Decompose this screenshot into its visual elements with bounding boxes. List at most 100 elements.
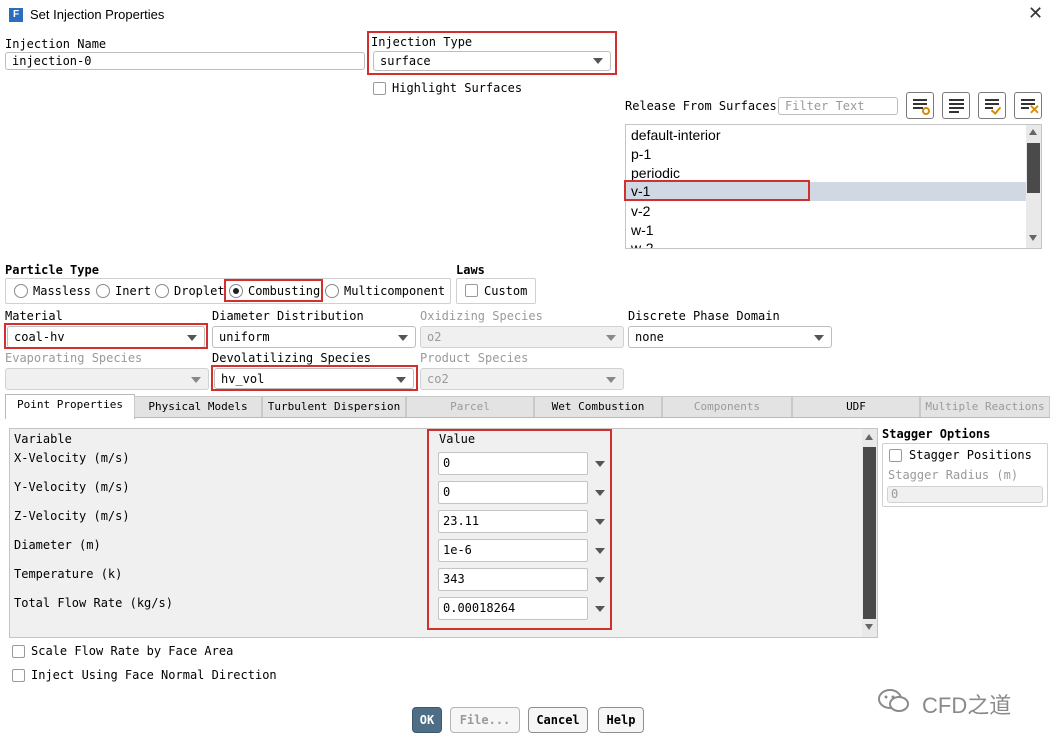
variable-label: Total Flow Rate (kg/s)	[14, 596, 173, 610]
list-clip: w-2	[626, 240, 1026, 248]
chevron-down-icon[interactable]	[595, 490, 605, 496]
select-surfaces-icon[interactable]	[906, 92, 934, 119]
tab-point-properties[interactable]: Point Properties	[5, 394, 135, 419]
evaporating-species-dropdown	[5, 368, 209, 390]
tab-physical-models[interactable]: Physical Models	[134, 396, 262, 417]
scroll-down-icon[interactable]	[1029, 235, 1037, 241]
list-scrollbar[interactable]	[1026, 125, 1041, 248]
list-item[interactable]: v-2	[627, 202, 1025, 221]
release-from-surfaces-label: Release From Surfaces	[625, 99, 777, 113]
x-velocity-input[interactable]: 0	[438, 452, 588, 475]
chevron-down-icon[interactable]	[595, 606, 605, 612]
chevron-down-icon	[606, 377, 616, 383]
close-icon[interactable]: ✕	[1028, 3, 1043, 24]
devolatilizing-species-label: Devolatilizing Species	[212, 351, 371, 365]
material-label: Material	[5, 309, 63, 323]
stagger-options-title: Stagger Options	[882, 427, 991, 441]
deselect-all-icon[interactable]: ✕	[1014, 92, 1042, 119]
y-velocity-input[interactable]: 0	[438, 481, 588, 504]
list-all-icon[interactable]	[942, 92, 970, 119]
radio-droplet[interactable]	[155, 284, 169, 298]
check-all-icon[interactable]	[978, 92, 1006, 119]
discrete-phase-domain-dropdown[interactable]: none	[628, 326, 832, 348]
file-button: File...	[450, 707, 520, 733]
custom-label: Custom	[484, 284, 528, 298]
window-title: Set Injection Properties	[30, 7, 165, 22]
diameter-distribution-label: Diameter Distribution	[212, 309, 364, 323]
tab-udf[interactable]: UDF	[792, 396, 920, 417]
injection-name-label: Injection Name	[5, 37, 107, 51]
inject-normal-checkbox[interactable]	[12, 669, 25, 682]
stagger-positions-checkbox[interactable]	[889, 449, 902, 462]
diameter-input[interactable]: 1e-6	[438, 539, 588, 562]
z-velocity-input[interactable]: 23.11	[438, 510, 588, 533]
material-dropdown[interactable]: coal-hv	[7, 326, 205, 348]
scroll-down-icon[interactable]	[865, 624, 873, 630]
chevron-down-icon	[191, 377, 201, 383]
radio-inert[interactable]	[96, 284, 110, 298]
temperature-input[interactable]: 343	[438, 568, 588, 591]
chevron-down-icon[interactable]	[595, 548, 605, 554]
injection-name-input[interactable]: injection-0	[5, 52, 365, 70]
highlight-surfaces-checkbox[interactable]	[373, 82, 386, 95]
chevron-down-icon[interactable]	[595, 461, 605, 467]
ok-button[interactable]: OK	[412, 707, 442, 733]
chevron-down-icon	[814, 335, 824, 341]
list-item[interactable]: periodic	[627, 164, 1025, 183]
app-icon: F	[9, 8, 23, 22]
oxidizing-species-value: o2	[427, 330, 442, 344]
radio-multicomponent[interactable]	[325, 284, 339, 298]
discrete-phase-domain-label: Discrete Phase Domain	[628, 309, 780, 323]
devolatilizing-species-dropdown[interactable]: hv_vol	[214, 368, 414, 389]
scroll-thumb[interactable]	[863, 447, 876, 619]
inert-label: Inert	[115, 284, 152, 298]
list-item[interactable]: w-2	[631, 240, 654, 248]
list-item[interactable]: w-1	[627, 221, 1025, 240]
tab-bar-line	[5, 417, 1050, 418]
laws-label: Laws	[456, 263, 485, 277]
cancel-button[interactable]: Cancel	[528, 707, 588, 733]
radio-combusting[interactable]	[229, 284, 243, 298]
chevron-down-icon	[398, 335, 408, 341]
filter-text-input[interactable]: Filter Text	[778, 97, 898, 115]
total-flow-rate-input[interactable]: 0.00018264	[438, 597, 588, 620]
variable-label: Temperature (k)	[14, 567, 123, 581]
injection-type-dropdown[interactable]: surface	[373, 51, 611, 71]
tab-multiple-reactions: Multiple Reactions	[920, 396, 1050, 417]
chevron-down-icon	[396, 377, 406, 383]
variable-label: Y-Velocity (m/s)	[14, 480, 130, 494]
injection-type-label: Injection Type	[371, 35, 473, 49]
injection-type-value: surface	[380, 54, 431, 68]
chevron-down-icon	[593, 58, 603, 64]
massless-label: Massless	[33, 284, 91, 298]
stagger-radius-input: 0	[887, 486, 1043, 503]
radio-massless[interactable]	[14, 284, 28, 298]
chevron-down-icon	[606, 335, 616, 341]
scroll-thumb[interactable]	[1027, 143, 1040, 193]
tab-wet-combustion[interactable]: Wet Combustion	[534, 396, 662, 417]
diameter-distribution-dropdown[interactable]: uniform	[212, 326, 416, 348]
oxidizing-species-dropdown: o2	[420, 326, 624, 348]
oxidizing-species-label: Oxidizing Species	[420, 309, 543, 323]
list-item-selected[interactable]: v-1	[627, 182, 1025, 201]
chevron-down-icon[interactable]	[595, 577, 605, 583]
combusting-label: Combusting	[248, 284, 321, 298]
stagger-positions-label: Stagger Positions	[909, 448, 1032, 462]
variable-label: Diameter (m)	[14, 538, 101, 552]
particle-type-label: Particle Type	[5, 263, 99, 277]
help-button[interactable]: Help	[598, 707, 644, 733]
list-item[interactable]: p-1	[627, 145, 1025, 164]
panel-scrollbar[interactable]	[862, 429, 877, 637]
scroll-up-icon[interactable]	[865, 434, 873, 440]
scale-flow-rate-checkbox[interactable]	[12, 645, 25, 658]
droplet-label: Droplet	[174, 284, 225, 298]
chevron-down-icon[interactable]	[595, 519, 605, 525]
custom-checkbox[interactable]	[465, 284, 478, 297]
multicomponent-label: Multicomponent	[344, 284, 446, 298]
discrete-phase-domain-value: none	[635, 330, 664, 344]
tab-parcel: Parcel	[406, 396, 534, 417]
tab-turbulent-dispersion[interactable]: Turbulent Dispersion	[262, 396, 406, 417]
list-item[interactable]: default-interior	[627, 126, 1025, 145]
scale-flow-rate-label: Scale Flow Rate by Face Area	[31, 644, 234, 658]
scroll-up-icon[interactable]	[1029, 129, 1037, 135]
